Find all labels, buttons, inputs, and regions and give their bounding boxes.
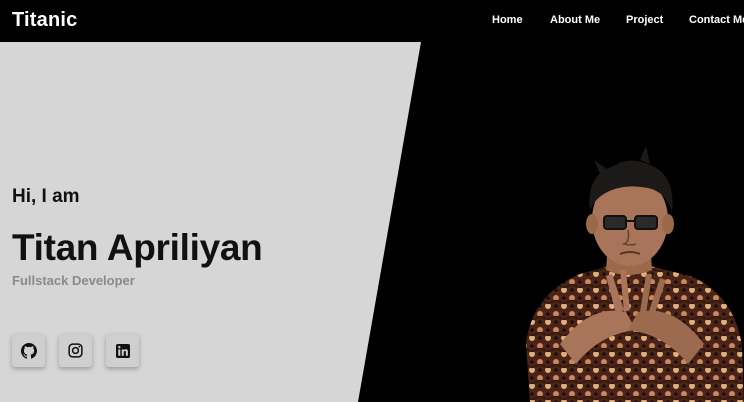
- instagram-button[interactable]: [59, 334, 92, 367]
- hero-name: Titan Apriliyan: [12, 227, 263, 268]
- hero-role: Fullstack Developer: [12, 273, 135, 288]
- linkedin-button[interactable]: [106, 334, 139, 367]
- navbar: Titanic Home About Me Project Contact Me: [0, 0, 744, 42]
- brand-logo[interactable]: Titanic: [12, 9, 78, 32]
- github-icon: [20, 342, 37, 359]
- instagram-icon: [68, 343, 83, 358]
- profile-photo: [526, 146, 744, 402]
- hero-section: Hi, I am Titan Apriliyan Fullstack Devel…: [0, 42, 744, 402]
- hero-greeting: Hi, I am: [12, 186, 80, 207]
- github-button[interactable]: [12, 334, 45, 367]
- nav-project[interactable]: Project: [626, 14, 663, 26]
- nav-about-me[interactable]: About Me: [550, 14, 600, 26]
- nav-home[interactable]: Home: [492, 14, 523, 26]
- nav-contact-me[interactable]: Contact Me: [689, 14, 744, 26]
- linkedin-icon: [115, 343, 130, 358]
